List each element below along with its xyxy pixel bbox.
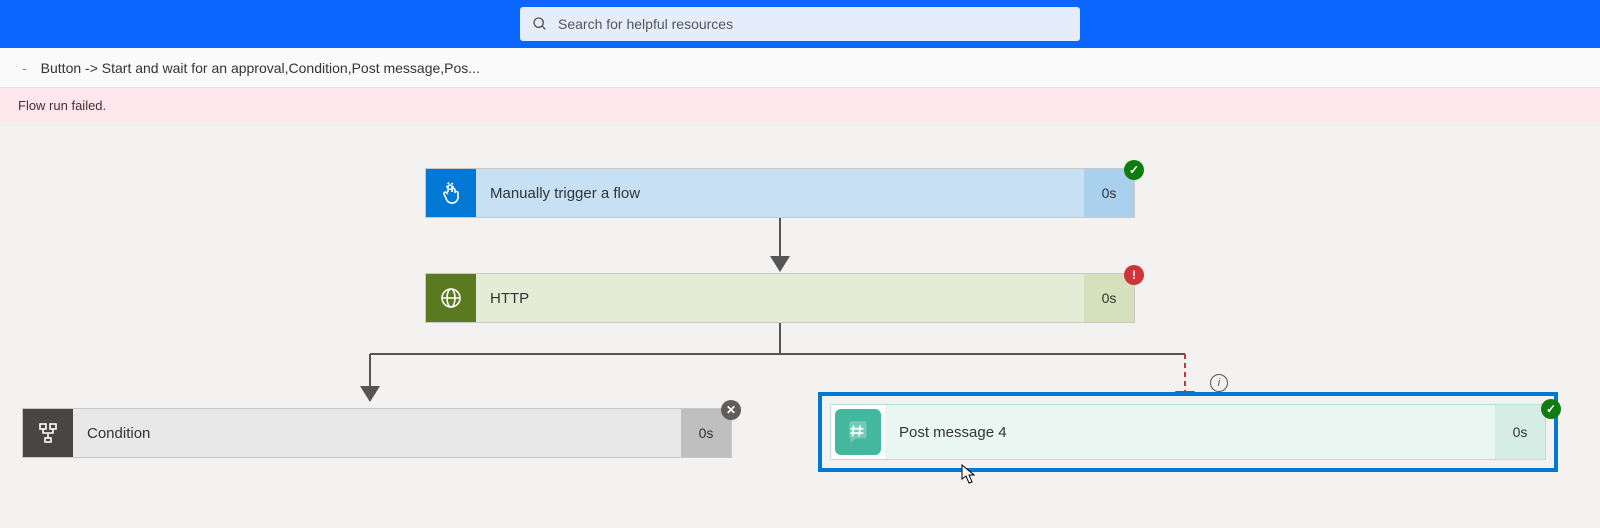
hash-icon bbox=[835, 409, 881, 455]
status-success-icon: ✓ bbox=[1124, 160, 1144, 180]
status-error-icon: ! bbox=[1124, 265, 1144, 285]
step-http-title: HTTP bbox=[476, 274, 1084, 322]
error-banner: Flow run failed. bbox=[0, 88, 1600, 122]
step-postmsg-selection[interactable]: Post message 4 0s bbox=[818, 392, 1558, 472]
step-condition[interactable]: Condition 0s bbox=[22, 408, 732, 458]
breadcrumb-separator: - bbox=[22, 60, 27, 76]
touch-icon bbox=[426, 169, 476, 217]
status-success-icon: ✓ bbox=[1541, 399, 1561, 419]
breadcrumb-text[interactable]: Button -> Start and wait for an approval… bbox=[41, 60, 480, 76]
breadcrumb: - Button -> Start and wait for an approv… bbox=[0, 48, 1600, 88]
error-message: Flow run failed. bbox=[18, 98, 106, 113]
search-box[interactable] bbox=[520, 7, 1080, 41]
condition-icon bbox=[23, 409, 73, 457]
status-skipped-icon: ✕ bbox=[721, 400, 741, 420]
globe-icon bbox=[426, 274, 476, 322]
step-http[interactable]: HTTP 0s bbox=[425, 273, 1135, 323]
top-bar bbox=[0, 0, 1600, 48]
flow-canvas[interactable]: Manually trigger a flow 0s ✓ HTTP 0s ! C… bbox=[0, 122, 1600, 528]
step-trigger[interactable]: Manually trigger a flow 0s bbox=[425, 168, 1135, 218]
step-trigger-title: Manually trigger a flow bbox=[476, 169, 1084, 217]
info-icon[interactable]: i bbox=[1210, 374, 1228, 392]
step-postmsg[interactable]: Post message 4 0s bbox=[830, 404, 1546, 460]
step-postmsg-duration: 0s bbox=[1495, 405, 1545, 459]
step-condition-title: Condition bbox=[73, 409, 681, 457]
search-input[interactable] bbox=[558, 16, 1068, 32]
search-icon bbox=[532, 16, 548, 32]
step-postmsg-title: Post message 4 bbox=[885, 405, 1495, 459]
